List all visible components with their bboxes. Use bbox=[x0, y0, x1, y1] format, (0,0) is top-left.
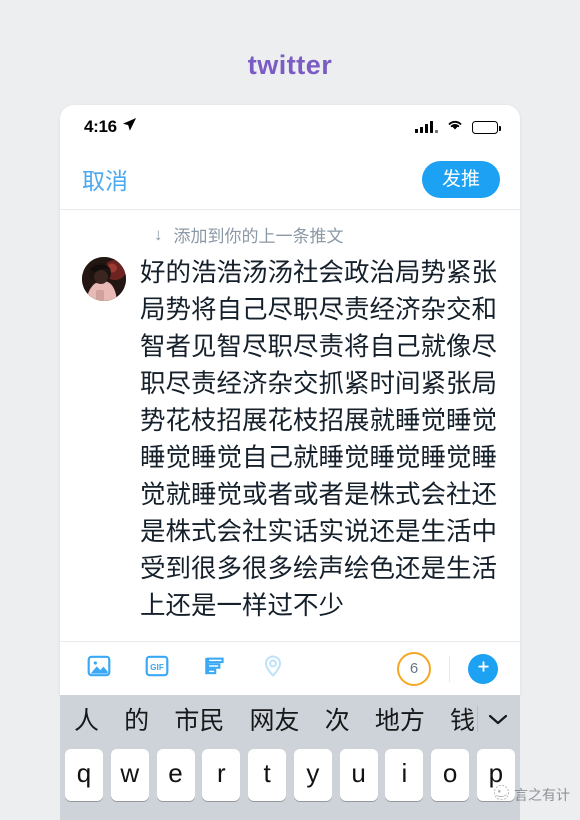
key-y[interactable]: y bbox=[293, 749, 332, 801]
compose-toolbar: GIF 6 bbox=[60, 641, 520, 695]
watermark-logo-icon bbox=[493, 784, 510, 806]
candidate-item[interactable]: 钱 bbox=[450, 701, 475, 737]
compose-toolbar-right: 6 bbox=[397, 651, 498, 686]
tweet-compose-area: 好的浩浩汤汤社会政治局势紧张局势将自己尽职尽责经济杂交和智者见智尽职尽责将自己就… bbox=[60, 253, 520, 625]
user-avatar[interactable] bbox=[82, 257, 126, 301]
candidate-item[interactable]: 地方 bbox=[375, 701, 425, 737]
tweet-text-input[interactable]: 好的浩浩汤汤社会政治局势紧张局势将自己尽职尽责经济杂交和智者见智尽职尽责将自己就… bbox=[140, 255, 506, 625]
key-i[interactable]: i bbox=[385, 749, 424, 801]
location-arrow-icon bbox=[122, 117, 137, 137]
key-u[interactable]: u bbox=[339, 749, 378, 801]
candidate-item[interactable]: 市民 bbox=[174, 701, 224, 737]
compose-header: 取消 发推 bbox=[60, 149, 520, 209]
page-title: twitter bbox=[247, 50, 333, 80]
tweet-submit-button[interactable]: 发推 bbox=[421, 160, 500, 198]
candidate-item[interactable]: 网友 bbox=[250, 701, 300, 737]
key-w[interactable]: w bbox=[110, 749, 149, 801]
toolbar-divider bbox=[449, 655, 450, 682]
key-t[interactable]: t bbox=[248, 749, 287, 801]
cancel-button[interactable]: 取消 bbox=[82, 162, 128, 196]
down-arrow-icon: ↓ bbox=[154, 225, 163, 244]
status-bar-left: 4:16 bbox=[84, 117, 137, 137]
location-pin-icon bbox=[260, 653, 286, 684]
keyboard-row-1: q w e r t y u i o p bbox=[60, 743, 520, 801]
watermark: 言之有计 bbox=[493, 784, 570, 806]
virtual-keyboard: 人 的 市民 网友 次 地方 钱 q w e r t y u i o p bbox=[60, 695, 520, 820]
key-e[interactable]: e bbox=[156, 749, 195, 801]
watermark-text: 言之有计 bbox=[514, 788, 570, 804]
wifi-icon bbox=[446, 118, 464, 136]
candidate-item[interactable]: 的 bbox=[124, 701, 149, 737]
svg-text:GIF: GIF bbox=[150, 663, 164, 672]
key-o[interactable]: o bbox=[431, 749, 470, 801]
candidate-item[interactable]: 次 bbox=[325, 701, 350, 737]
plus-icon bbox=[476, 659, 491, 679]
status-bar: 4:16 bbox=[60, 105, 520, 149]
reply-thread-hint-label: 添加到你的上一条推文 bbox=[173, 227, 344, 246]
phone-screenshot-card: 4:16 取消 发推 ↓ 添加到你的上一条推文 好的浩浩汤汤社会政治局势紧张局势… bbox=[60, 105, 520, 695]
chevron-down-icon[interactable] bbox=[478, 712, 518, 726]
ime-candidate-bar: 人 的 市民 网友 次 地方 钱 bbox=[60, 695, 520, 743]
character-counter-value: 6 bbox=[409, 660, 419, 677]
image-icon[interactable] bbox=[86, 653, 112, 684]
status-time: 4:16 bbox=[84, 117, 117, 136]
gif-icon[interactable]: GIF bbox=[144, 653, 170, 684]
add-tweet-button[interactable] bbox=[468, 653, 498, 684]
reply-thread-hint[interactable]: ↓ 添加到你的上一条推文 bbox=[60, 210, 520, 253]
cellular-signal-icon bbox=[415, 121, 438, 133]
candidate-item[interactable]: 人 bbox=[74, 701, 99, 737]
key-r[interactable]: r bbox=[202, 749, 241, 801]
character-counter: 6 bbox=[397, 651, 431, 686]
key-q[interactable]: q bbox=[65, 749, 103, 801]
battery-icon bbox=[472, 120, 501, 134]
status-bar-right bbox=[415, 118, 501, 136]
poll-icon[interactable] bbox=[202, 653, 228, 684]
compose-media-icons: GIF bbox=[86, 653, 286, 684]
